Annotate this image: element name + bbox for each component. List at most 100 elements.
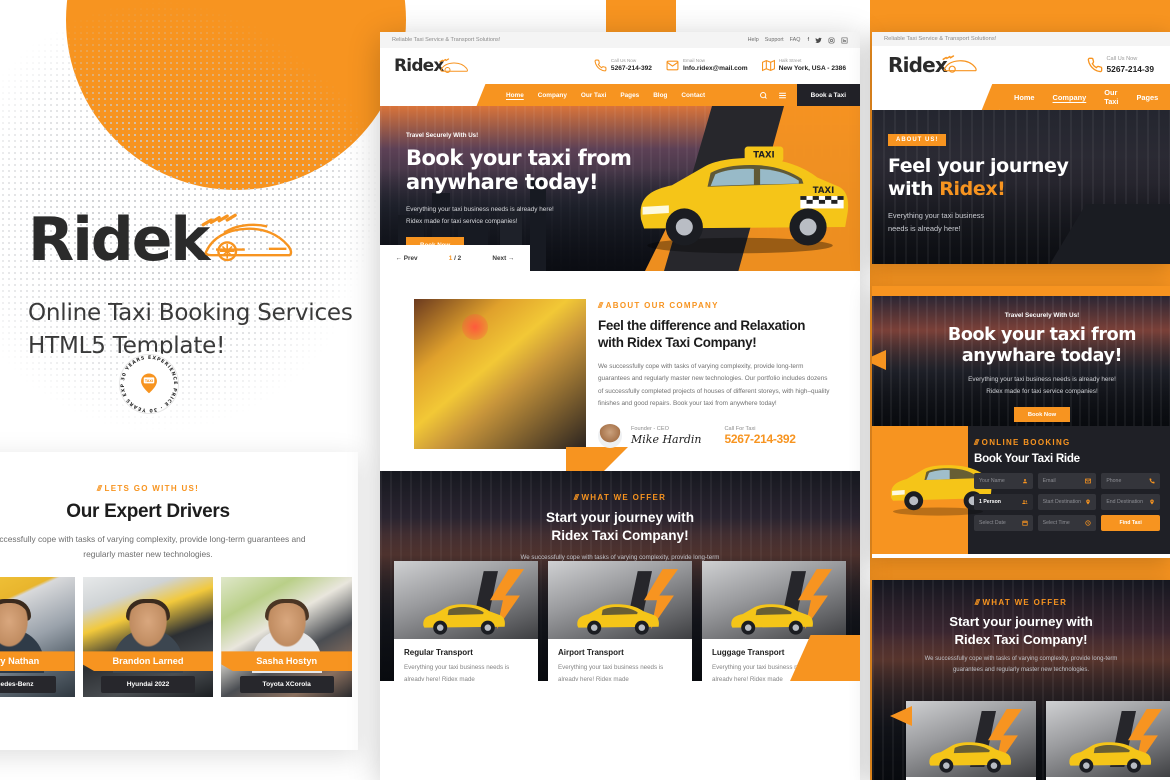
about-hero-title-line1: Feel your journey (888, 155, 1069, 177)
header-contact-info: Call Us Now 5267-214-392 Email Now Info.… (594, 58, 846, 73)
panel-header: Ridex Call Us Now 5267-214-39 (872, 46, 1170, 84)
service-card[interactable]: Airport Transport Everything your taxi b… (548, 561, 692, 681)
avatar (598, 423, 622, 448)
driver-card[interactable]: Brandon Larned Hyundai 2022 (82, 577, 214, 698)
brand-tagline-line1: Online Taxi Booking Services (28, 300, 353, 326)
taxi-car-image: TAXI TAXI (640, 146, 849, 254)
booking-hero: Travel Securely With Us! Book your taxi … (872, 296, 1170, 426)
linkedin-icon[interactable] (841, 37, 848, 44)
booking-hero-title: Book your taxi from anywhare today! (930, 325, 1154, 367)
service-card-desc: Everything your taxi business needs is a… (558, 664, 664, 681)
nav-item-our-taxi[interactable]: Our Taxi (581, 92, 606, 99)
field-select-date[interactable]: Select Date (974, 515, 1033, 531)
panel-service-cards: Regular Transport Airport T (906, 701, 1170, 780)
founder-signature: Mike Hardin (631, 433, 702, 447)
field-label: Phone (1106, 478, 1122, 484)
about-title-line1: Feel the difference and Relaxation (598, 318, 806, 333)
booking-hero-title-line1: Book your taxi from (947, 325, 1137, 345)
slider-total: / 2 (454, 254, 462, 262)
field-your-name[interactable]: Your Name (974, 473, 1033, 489)
field-phone[interactable]: Phone (1101, 473, 1160, 489)
panel-logo[interactable]: Ridex (888, 55, 978, 75)
service-card[interactable]: Regular Transport Everything your taxi b… (394, 561, 538, 681)
people-icon (1021, 500, 1028, 504)
hero-slider-controls: ← Prev 1 / 2 Next → (380, 245, 530, 271)
utility-link-support[interactable]: Support (765, 37, 784, 43)
driver-card[interactable]: Sasha Hostyn Toyota XCorola (221, 577, 353, 698)
offer-title-line1: Start your journey with (545, 510, 695, 525)
driver-name: Brandon Larned (83, 651, 214, 671)
panel-utility-bar: Reliable Taxi Service & Transport Soluti… (872, 32, 1170, 46)
booking-form-eyebrow: ///ONLINE BOOKING (974, 438, 1071, 447)
contact-phone[interactable]: Call Us Now 5267-214-392 (594, 58, 652, 73)
service-card-image (906, 701, 1036, 777)
facebook-icon[interactable]: f (807, 37, 809, 43)
twitter-icon[interactable] (815, 37, 822, 44)
booking-form: ///ONLINE BOOKING Book Your Taxi Ride Yo… (974, 438, 1160, 531)
founder-row: Founder - CEO Mike Hardin Call For Taxi … (598, 423, 834, 448)
field-end-destination[interactable]: End Destination (1101, 494, 1160, 510)
nav-item-blog[interactable]: Blog (653, 92, 667, 99)
driver-card[interactable]: Henry Nathan Mercedes-Benz (0, 577, 75, 698)
car-logo-icon (438, 57, 468, 73)
book-a-taxi-button[interactable]: Book a Taxi (796, 84, 860, 106)
brand-logo: Ridek (28, 210, 388, 270)
main-nav: Home Company Our Taxi Pages Blog Contact… (492, 84, 860, 106)
about-page-mockup: Reliable Taxi Service & Transport Soluti… (872, 32, 1170, 264)
panel-contact-phone[interactable]: Call Us Now 5267-214-39 (1087, 55, 1154, 74)
brand-tagline-line2: HTML5 Template! (28, 333, 226, 360)
field-email[interactable]: Email (1037, 473, 1097, 489)
hamburger-icon[interactable] (778, 91, 787, 100)
search-icon[interactable] (759, 91, 768, 100)
phone-icon (1149, 478, 1155, 484)
service-card[interactable]: Regular Transport (906, 701, 1036, 780)
call-for-taxi-phone[interactable]: 5267-214-392 (725, 432, 796, 446)
driver-face (126, 603, 170, 652)
field-person-count[interactable]: 1 Person (974, 494, 1033, 510)
offer-section: ///WHAT WE OFFER Start your journey with… (380, 471, 860, 681)
slider-prev-button[interactable]: ← Prev (396, 255, 418, 262)
slider-next-button[interactable]: Next → (492, 255, 514, 262)
contact-address-label: Halk Street (778, 58, 802, 64)
nav-item-pages[interactable]: Pages (620, 92, 639, 99)
field-label: Your Name (979, 478, 1005, 484)
nav-item-home[interactable]: Home (506, 92, 524, 99)
svg-text:TAXI: TAXI (753, 150, 774, 160)
field-label: Select Date (979, 520, 1006, 526)
hero-desc-line2: Ridex made for taxi service companies! (406, 217, 518, 225)
nav-item-contact[interactable]: Contact (681, 92, 705, 99)
envelope-icon (666, 61, 679, 71)
field-label: Select Time (1042, 520, 1070, 526)
service-card[interactable]: Airport Transport (1046, 701, 1170, 780)
panel-nav-home[interactable]: Home (1014, 93, 1035, 102)
booking-hero-book-now-button[interactable]: Book Now (1013, 407, 1071, 423)
instagram-icon[interactable] (828, 37, 835, 44)
contact-email-label: Email Now (682, 58, 705, 64)
booking-hero-desc: Everything your taxi business needs is a… (930, 374, 1154, 397)
service-cards: Regular Transport Everything your taxi b… (394, 561, 846, 681)
service-card-desc: Everything your taxi business needs is a… (404, 664, 510, 681)
driver-car-model: Toyota XCorola (239, 676, 334, 694)
slider-current-index: 1 (448, 254, 453, 262)
panel-nav-our-taxi[interactable]: Our Taxi (1104, 88, 1118, 106)
field-select-time[interactable]: Select Time (1037, 515, 1097, 531)
drivers-eyebrow: ///LETS GO WITH US! (96, 484, 200, 493)
panel-nav-company[interactable]: Company (1053, 93, 1087, 102)
contact-address[interactable]: Halk Street New York, USA - 2386 (761, 58, 846, 73)
panel-offer-title-line2: Ridex Taxi Company! (954, 631, 1088, 647)
slash-icon: /// (974, 438, 979, 447)
panel-offer-title: Start your journey with Ridex Taxi Compa… (872, 613, 1170, 648)
panel-offer-section: ///WHAT WE OFFER Start your journey with… (872, 580, 1170, 780)
field-label: Email (1042, 478, 1056, 484)
panel-nav-pages[interactable]: Pages (1136, 93, 1158, 102)
field-start-destination[interactable]: Start Destination (1037, 494, 1097, 510)
find-taxi-button[interactable]: Find Taxi (1101, 515, 1160, 531)
nav-item-company[interactable]: Company (538, 92, 567, 99)
car-logo-icon (942, 55, 977, 73)
utility-link-help[interactable]: Help (748, 37, 759, 43)
header-logo[interactable]: Ridex (394, 57, 469, 75)
experience-badge: 30 YEARS EXPERIENCE PRICE · 30 YEARS EXP… (116, 351, 182, 417)
utility-link-faq[interactable]: FAQ (790, 37, 801, 43)
founder-label: Founder - CEO (631, 426, 669, 433)
contact-email[interactable]: Email Now Info.ridex@mail.com (666, 58, 748, 73)
